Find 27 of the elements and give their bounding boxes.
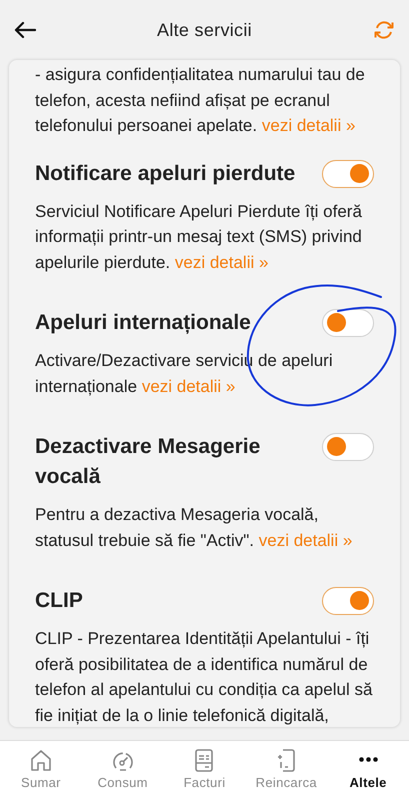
tab[interactable]: Altele	[327, 741, 409, 800]
service-title: Dezactivare Mesagerie vocală	[35, 434, 262, 490]
refresh-button[interactable]	[373, 19, 395, 41]
tab[interactable]: Facturi	[164, 741, 246, 800]
screen-title: Alte servicii	[156, 20, 253, 40]
toggle-switch[interactable]	[322, 587, 374, 615]
tab[interactable]: Reincarca	[245, 741, 328, 800]
description: - asigura confidențialitatea numarului tau de telefon, acesta nefiind afișat pe ecranul telefonului persoanei apelate. vezi detalii »	[35, 64, 366, 137]
description: Serviciul Notificare Apeluri Pierdute îți oferă informații printr-un mesaj text (SMS) privind apelurile pierdute. vezi detalii »	[35, 200, 363, 274]
toggle-switch[interactable]	[322, 309, 374, 337]
tab[interactable]: Sumar	[0, 741, 82, 800]
more-icon	[358, 757, 378, 762]
details-link[interactable]: vezi detalii »	[262, 116, 356, 135]
description: CLIP - Prezentarea Identității Apelantului - îți oferă posibilitatea de a identifica numărul de telefon al apelantului cu condiția ca apelul să fie inițiat de la o linie telefonică digitală,	[35, 628, 374, 727]
service-title: Notificare apeluri pierdute	[35, 160, 296, 186]
service-title: Apeluri internaționale	[35, 310, 252, 336]
details-link[interactable]: vezi detalii »	[258, 530, 352, 550]
tab[interactable]: Consum	[82, 741, 164, 800]
refresh-icon	[373, 19, 395, 41]
back-arrow-icon	[14, 21, 36, 39]
service-title: CLIP	[35, 588, 84, 614]
toggle-switch[interactable]	[322, 433, 374, 461]
back-button[interactable]	[14, 21, 36, 39]
details-link[interactable]: vezi detalii »	[142, 376, 236, 396]
description: Pentru a dezactiva Mesageria vocală, statusul trebuie să fie "Activ". vezi detalii »	[35, 504, 354, 552]
toggle-switch[interactable]	[322, 160, 374, 188]
details-link[interactable]: vezi detalii »	[174, 252, 268, 272]
